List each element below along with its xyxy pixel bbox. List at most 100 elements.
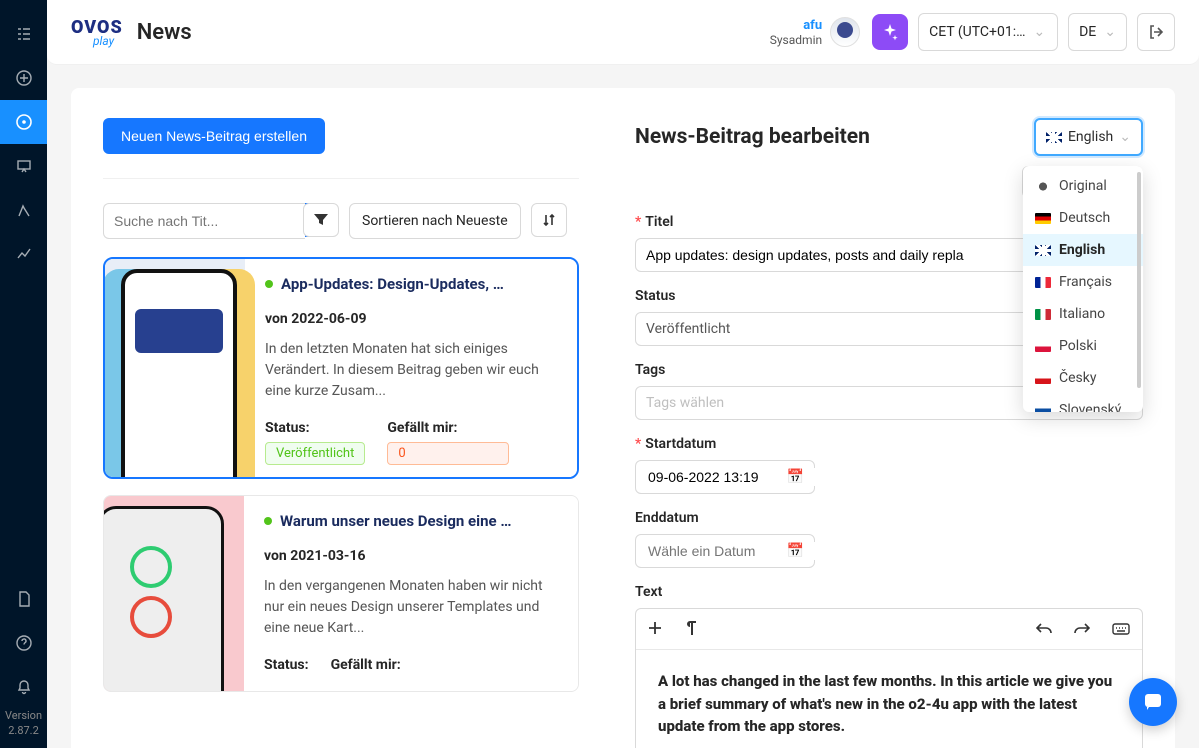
site-language-select[interactable]: DE ⌄ [1068, 13, 1127, 51]
timezone-select[interactable]: CET (UTC+01:… ⌄ [918, 13, 1058, 51]
editor-undo-button[interactable] [1036, 620, 1052, 639]
user-name: afu [770, 18, 822, 33]
sort-label: Sortieren nach Neueste [362, 213, 508, 229]
post-date: von 2021-03-16 [264, 548, 558, 564]
likes-badge: 0 [387, 442, 509, 465]
label-start: *Startdatum [635, 436, 1143, 452]
post-excerpt: In den vergangenen Monaten haben wir nic… [264, 576, 558, 639]
label-end: Enddatum [635, 510, 1143, 526]
nav-item-analytics[interactable] [0, 232, 47, 276]
likes-label: Gefällt mir: [387, 420, 557, 436]
editor-paragraph-button[interactable] [684, 620, 696, 639]
language-option-label: Deutsch [1059, 210, 1110, 226]
nav-rail: Version 2.87.2 [0, 0, 47, 748]
editor-toolbar [636, 609, 1142, 650]
content-language-value: English [1068, 129, 1113, 145]
edit-panel: News-Beitrag bearbeiten English ⌄ Origin… [635, 118, 1143, 748]
nav-item-presentation[interactable] [0, 144, 47, 188]
flag-icon [1035, 309, 1051, 320]
post-thumbnail [104, 496, 244, 691]
label-text: Text [635, 584, 1143, 600]
status-badge: Veröffentlicht [265, 442, 365, 465]
rich-text-editor: A lot has changed in the last few months… [635, 608, 1143, 748]
language-option-fr[interactable]: Français [1023, 266, 1143, 298]
language-option-de[interactable]: Deutsch [1023, 202, 1143, 234]
search-input[interactable] [103, 203, 305, 239]
chevron-down-icon: ⌄ [1033, 24, 1045, 40]
nav-item-settings[interactable] [0, 188, 47, 232]
language-option-en[interactable]: English [1023, 234, 1143, 266]
chat-icon [1142, 691, 1164, 713]
chevron-down-icon: ⌄ [1119, 129, 1131, 145]
site-language-value: DE [1079, 24, 1096, 40]
chevron-down-icon: ⌄ [1104, 24, 1116, 40]
likes-label: Gefällt mir: [331, 657, 401, 673]
status-label: Status: [265, 420, 365, 436]
nav-item-outline[interactable] [0, 12, 47, 56]
nav-item-help[interactable] [0, 621, 47, 665]
language-option-label: Original [1059, 178, 1107, 194]
language-option-label: Polski [1059, 338, 1097, 354]
user-block[interactable]: afu Sysadmin [770, 17, 860, 47]
post-date: von 2022-06-09 [265, 311, 557, 327]
nav-item-docs[interactable] [0, 577, 47, 621]
post-title: Warum unser neues Design eine … [280, 512, 511, 530]
logout-button[interactable] [1137, 13, 1175, 51]
status-dot-icon [264, 517, 272, 525]
enddate-input[interactable]: 📅 [635, 534, 815, 568]
content-language-select[interactable]: English ⌄ [1034, 118, 1143, 156]
status-label: Status: [264, 657, 309, 673]
language-option-label: Français [1059, 274, 1112, 290]
language-option-cs[interactable]: Česky [1023, 362, 1143, 394]
avatar [830, 17, 860, 47]
editor-body[interactable]: A lot has changed in the last few months… [636, 650, 1142, 748]
intercom-launcher[interactable] [1129, 678, 1177, 726]
post-thumbnail [105, 259, 245, 477]
language-option-it[interactable]: Italiano [1023, 298, 1143, 330]
nav-item-notifications[interactable] [0, 665, 47, 709]
language-option-label: Slovenský [1059, 402, 1121, 412]
flag-icon [1035, 341, 1051, 352]
filter-button[interactable] [303, 203, 339, 237]
user-role: Sysadmin [770, 33, 822, 47]
sort-direction-button[interactable] [531, 203, 567, 237]
sort-arrows-icon [542, 213, 556, 227]
language-option-label: Česky [1059, 370, 1096, 386]
content: Neuen News-Beitrag erstellen Sortieren n… [47, 64, 1199, 748]
language-dropdown: Original Deutsch English Français Italiano Po… [1023, 166, 1143, 412]
sort-select[interactable]: Sortieren nach Neueste [349, 203, 521, 239]
flag-icon [1035, 373, 1051, 384]
version-number: 2.87.2 [5, 724, 42, 738]
flag-icon [1035, 405, 1051, 413]
version-label: Version 2.87.2 [5, 709, 42, 738]
list-toolbar: Sortieren nach Neueste [103, 203, 579, 239]
calendar-icon: 📅 [787, 543, 804, 559]
flag-icon [1035, 245, 1051, 256]
editor-redo-button[interactable] [1074, 620, 1090, 639]
filter-icon [314, 214, 328, 226]
page-title: News [137, 20, 192, 45]
divider [103, 178, 579, 179]
language-option-label: English [1059, 242, 1105, 258]
calendar-icon: 📅 [787, 469, 804, 485]
status-dot-icon [265, 280, 273, 288]
language-option-label: Italiano [1059, 306, 1105, 322]
startdate-input[interactable]: 📅 [635, 460, 815, 494]
language-option-orig[interactable]: Original [1023, 170, 1143, 202]
post-card[interactable]: App-Updates: Design-Updates, … von 2022-… [103, 257, 579, 479]
language-option-pl[interactable]: Polski [1023, 330, 1143, 362]
language-option-sk[interactable]: Slovenský [1023, 394, 1143, 412]
panel-title: News-Beitrag bearbeiten [635, 125, 870, 149]
post-card[interactable]: Warum unser neues Design eine … von 2021… [103, 495, 579, 692]
create-post-button[interactable]: Neuen News-Beitrag erstellen [103, 118, 325, 154]
logout-icon [1148, 24, 1164, 40]
nav-item-news[interactable] [0, 100, 47, 144]
flag-icon [1035, 213, 1051, 224]
flag-gb-icon [1046, 132, 1062, 143]
ai-sparkle-button[interactable] [872, 14, 908, 50]
nav-item-add[interactable] [0, 56, 47, 100]
editor-keyboard-button[interactable] [1112, 620, 1130, 639]
header: OVOS play News afu Sysadmin CET (UTC+01:… [47, 0, 1199, 65]
editor-add-button[interactable] [648, 620, 662, 639]
flag-icon [1035, 181, 1051, 192]
